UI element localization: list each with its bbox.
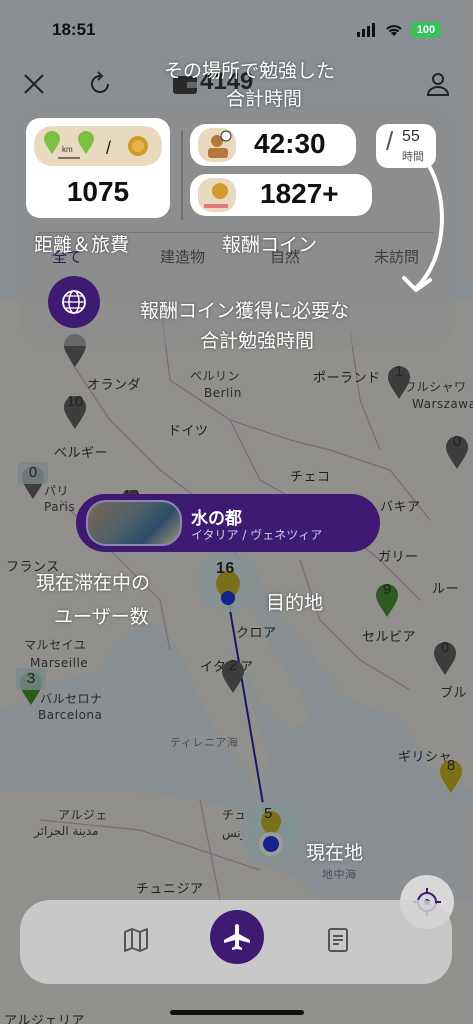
map-pin-count: 2 bbox=[228, 657, 238, 674]
status-time: 18:51 bbox=[52, 20, 96, 39]
study-time-pill[interactable]: 42:30 bbox=[190, 124, 356, 166]
map-icon bbox=[124, 928, 148, 952]
map-pin-count: 0 bbox=[18, 462, 48, 484]
map-label-barcelona: Barcelona bbox=[38, 708, 103, 722]
refresh-button[interactable] bbox=[84, 68, 116, 100]
map-pin-count: 10 bbox=[66, 393, 84, 410]
map-label-algeria: アルジェリア bbox=[4, 1014, 85, 1024]
nav-map-button[interactable] bbox=[120, 924, 152, 956]
map-pin[interactable]: 0 bbox=[444, 433, 470, 470]
reward-coin-pill[interactable]: 1827+ bbox=[190, 174, 372, 216]
map-pin[interactable]: 10 bbox=[62, 393, 88, 430]
distance-cost-card[interactable]: km / 1075 bbox=[26, 118, 170, 218]
map-label-berlin-jp: ベルリン bbox=[190, 369, 241, 383]
reward-coin-value: 1827+ bbox=[260, 178, 339, 209]
annotation-destination: 目的地 bbox=[266, 592, 324, 614]
required-hours-value: 55 bbox=[402, 128, 420, 145]
tab-buildings[interactable]: 建造物 bbox=[160, 246, 205, 267]
svg-text:/: / bbox=[106, 138, 111, 158]
annotation-arrow-icon bbox=[402, 162, 444, 292]
map-label-mediterranean: 地中海 bbox=[322, 868, 357, 881]
map-label-hungary: ガリー bbox=[378, 550, 419, 565]
map-label-slovakia: バキア bbox=[380, 500, 421, 515]
map-pin-count: 0 bbox=[440, 639, 450, 656]
wifi-icon bbox=[386, 25, 402, 36]
map-pin[interactable]: 9 bbox=[374, 581, 400, 618]
status-bar: 18:51 100 bbox=[0, 0, 473, 60]
map-label-warsaw-jp: ワルシャワ bbox=[404, 380, 467, 394]
map-label-barcelona-jp: バルセロナ bbox=[40, 692, 103, 706]
map-pin-count: 8 bbox=[446, 757, 456, 774]
map-label-berlin: Berlin bbox=[204, 386, 242, 400]
map-label-serbia: セルビア bbox=[362, 630, 417, 645]
destination-user-count: 16 bbox=[216, 560, 235, 577]
map-pin[interactable]: 1 bbox=[386, 363, 412, 400]
distance-value: 1075 bbox=[66, 176, 130, 207]
map-label-romania: ルー bbox=[432, 582, 460, 597]
current-location-user-count: 5 bbox=[264, 805, 273, 822]
map-label-poland: ポーランド bbox=[313, 371, 381, 386]
map-pin[interactable]: 3 bbox=[16, 668, 46, 706]
map-label-paris: Paris bbox=[44, 500, 76, 514]
map-pin-count: 0 bbox=[452, 433, 462, 450]
study-time-icon bbox=[198, 128, 236, 162]
home-indicator bbox=[170, 1010, 304, 1015]
refresh-icon bbox=[91, 71, 109, 93]
reward-coin-icon bbox=[198, 178, 236, 212]
signal-icon bbox=[357, 23, 375, 37]
annotation-study-time-line1: その場所で勉強した bbox=[164, 60, 336, 82]
destination-location: イタリア / ヴェネツィア bbox=[191, 528, 323, 542]
map-label-algiers-ar: مدينة الجزائر bbox=[34, 824, 99, 838]
distance-icon: km / bbox=[44, 131, 148, 159]
annotation-study-time-line2: 合計時間 bbox=[226, 88, 303, 110]
map-label-germany: ドイツ bbox=[168, 424, 209, 439]
globe-icon bbox=[62, 290, 86, 314]
document-icon bbox=[328, 928, 348, 952]
distance-cost-icons: km / bbox=[34, 126, 162, 166]
map-label-tunisia: チュニジア bbox=[136, 882, 204, 897]
map-label-warsaw: Warszawa bbox=[412, 397, 473, 411]
profile-button[interactable] bbox=[422, 68, 454, 100]
map-pin[interactable]: 2 bbox=[220, 657, 246, 694]
map-label-bulgaria: ブル bbox=[440, 686, 468, 701]
close-icon bbox=[24, 74, 44, 94]
annotation-current-users-line2: ユーザー数 bbox=[54, 606, 149, 628]
destination-banner[interactable]: 水の都 イタリア / ヴェネツィア bbox=[76, 494, 380, 552]
map-label-tyrrhenian: ティレニア海 bbox=[170, 736, 239, 749]
annotation-current-location: 現在地 bbox=[306, 842, 364, 864]
annotation-current-users-line1: 現在滞在中の bbox=[36, 572, 151, 594]
annotation-required-time-line1: 報酬コイン獲得に必要な bbox=[140, 300, 350, 322]
globe-button[interactable] bbox=[48, 276, 100, 328]
map-label-belgium: ベルギー bbox=[54, 446, 109, 461]
close-button[interactable] bbox=[18, 68, 50, 100]
required-hours-slash: / bbox=[386, 126, 394, 156]
study-time-value: 42:30 bbox=[254, 128, 326, 159]
map-label-croatia: クロア bbox=[236, 626, 277, 641]
map-pin[interactable]: 0 bbox=[432, 639, 458, 676]
map-label-czech: チェコ bbox=[290, 470, 331, 485]
map-pin[interactable]: 0 bbox=[18, 462, 48, 500]
annotation-distance-cost: 距離＆旅費 bbox=[34, 234, 130, 256]
annotation-reward-coin: 報酬コイン bbox=[222, 234, 318, 256]
map-pin[interactable]: 8 bbox=[438, 757, 464, 794]
map-label-netherlands: オランダ bbox=[87, 378, 142, 393]
annotation-required-time-line2: 合計勉強時間 bbox=[200, 330, 315, 352]
nav-document-button[interactable] bbox=[322, 924, 354, 956]
plane-icon bbox=[224, 924, 250, 950]
map-label-marseille-jp: マルセイユ bbox=[24, 638, 87, 652]
status-icons: 100 bbox=[357, 22, 441, 38]
map-pin-count: 9 bbox=[382, 581, 392, 598]
destination-thumbnail bbox=[86, 500, 182, 546]
nav-travel-button[interactable] bbox=[210, 910, 264, 964]
profile-icon bbox=[426, 73, 450, 96]
svg-text:km: km bbox=[62, 145, 73, 154]
map-pin-count: 3 bbox=[16, 668, 46, 690]
panel-divider bbox=[181, 130, 183, 220]
map-label-paris-jp: パリ bbox=[44, 484, 70, 498]
battery-icon: 100 bbox=[411, 22, 441, 38]
map-pin-count: 1 bbox=[394, 363, 404, 380]
map-label-algiers-jp: アルジェ bbox=[58, 808, 108, 822]
